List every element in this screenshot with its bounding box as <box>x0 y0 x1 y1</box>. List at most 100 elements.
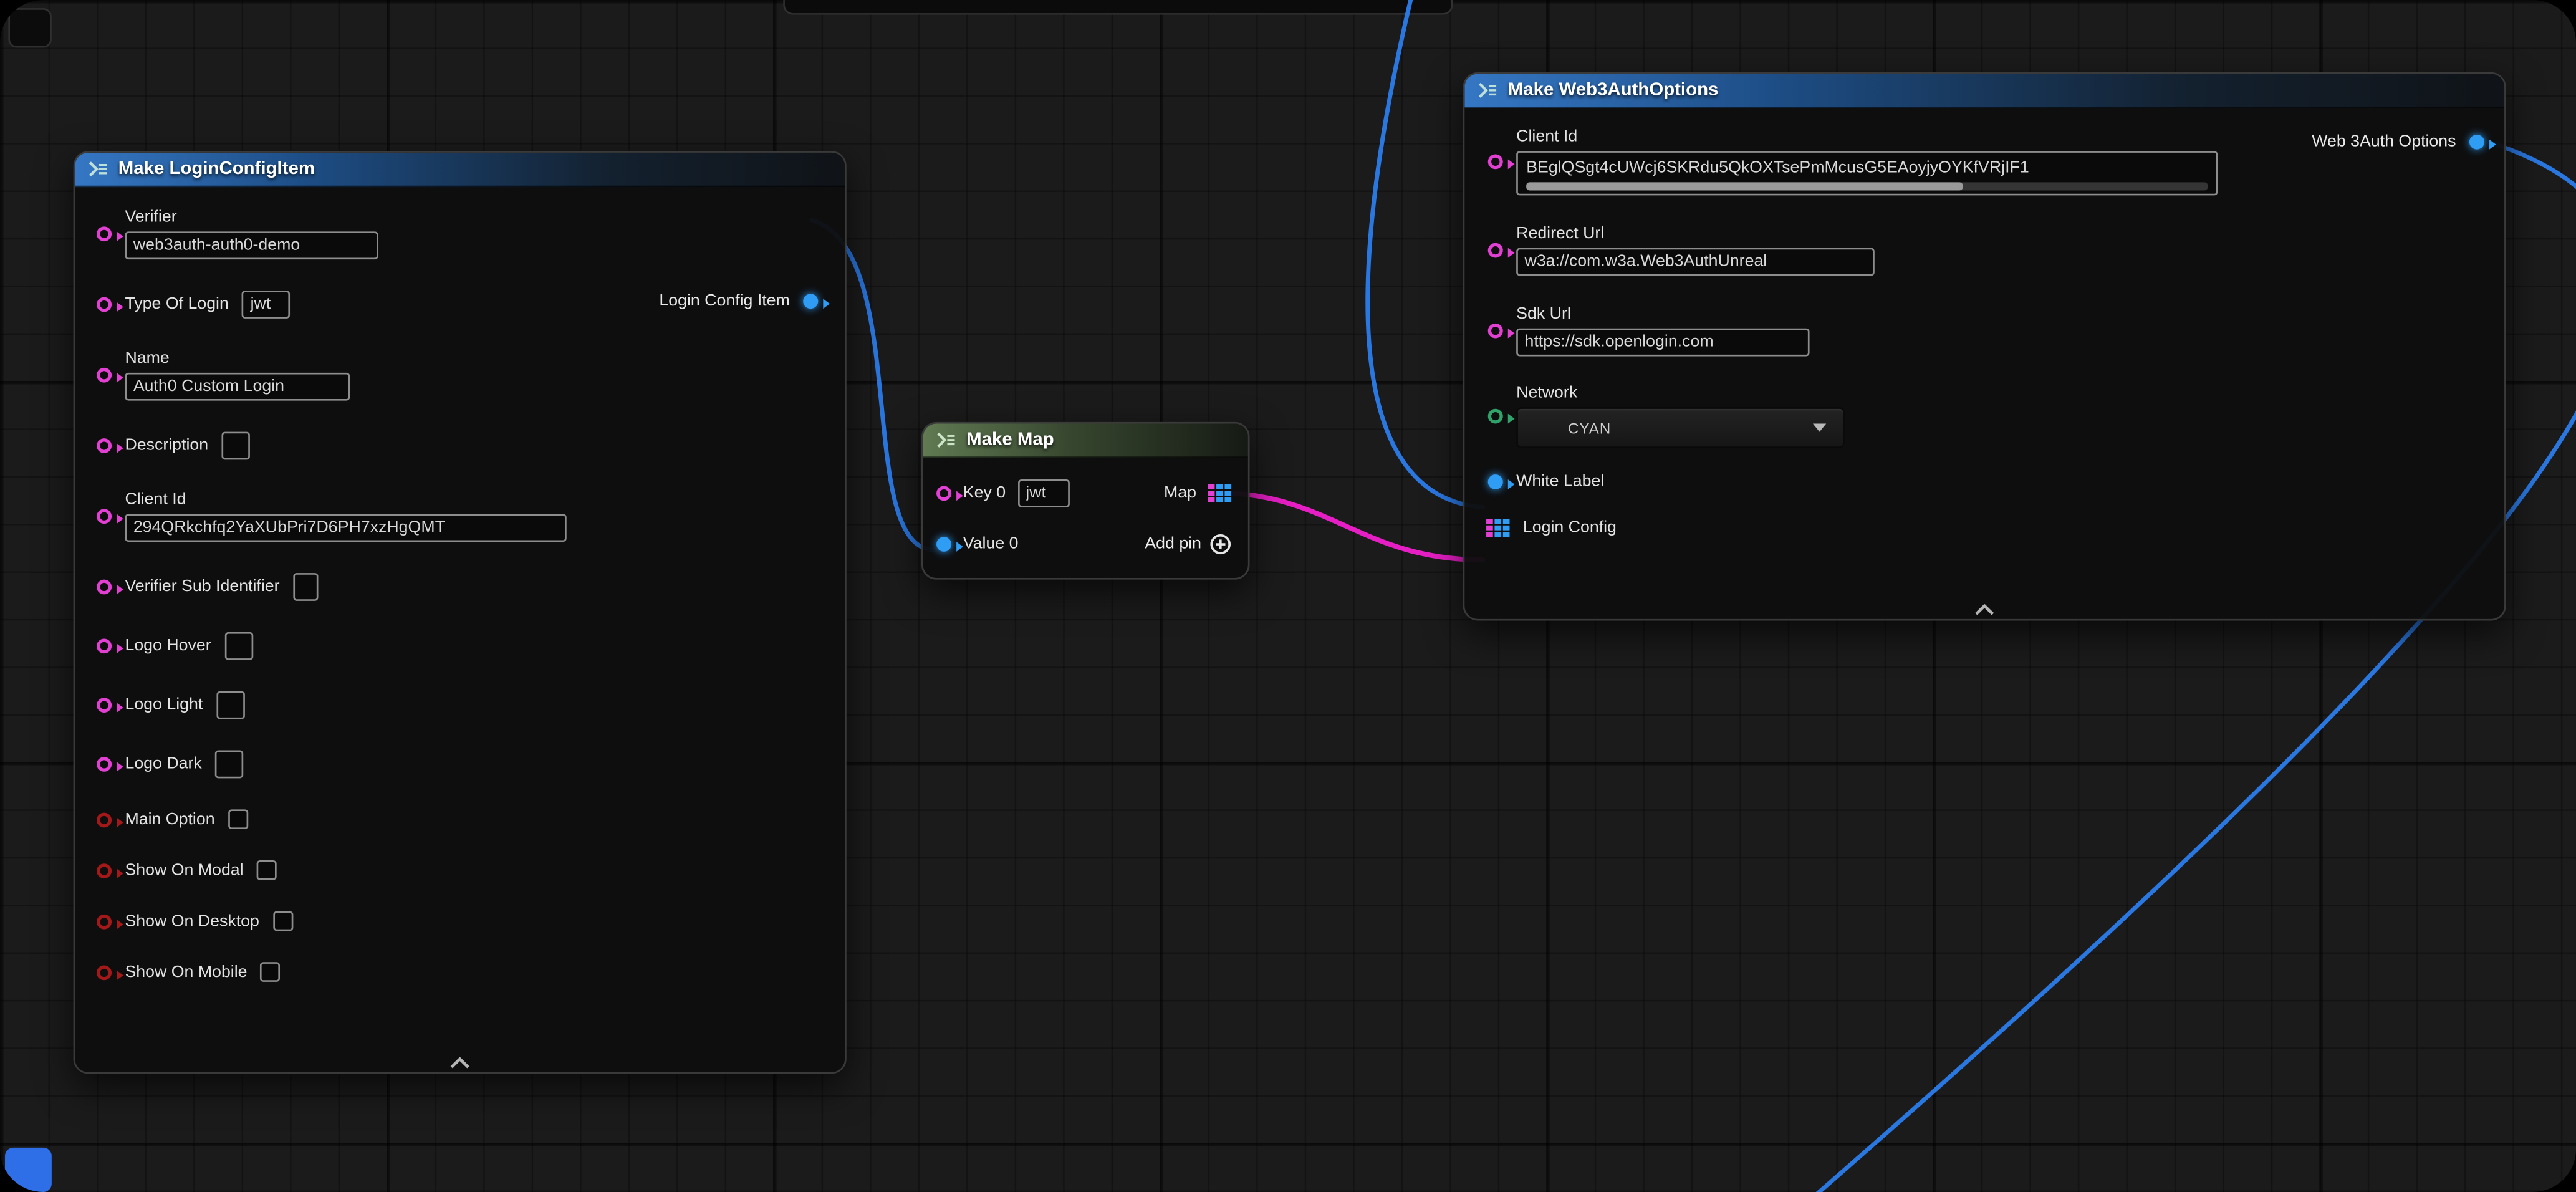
pin-client-id[interactable] <box>1488 155 1503 170</box>
field-main-option: Main Option <box>97 809 845 829</box>
network-selected-value: CYAN <box>1568 420 1813 436</box>
field-label: Logo Light <box>125 696 203 714</box>
pin-value-0[interactable] <box>936 537 951 552</box>
pin-show-on-mobile[interactable] <box>97 964 112 979</box>
pin-name[interactable] <box>97 368 112 383</box>
node-header[interactable]: Make LoginConfigItem <box>75 153 845 187</box>
show-on-desktop-checkbox[interactable] <box>272 911 292 931</box>
field-verifier: Verifier <box>97 208 845 259</box>
field-white-label: White Label <box>1488 473 2504 491</box>
pin-sdk-url[interactable] <box>1488 324 1503 339</box>
field-logo-dark: Logo Dark <box>97 751 845 779</box>
field-label: Description <box>125 437 208 455</box>
field-label: Client Id <box>1516 128 2218 146</box>
field-show-on-mobile: Show On Mobile <box>97 962 845 982</box>
field-label: Name <box>125 350 350 368</box>
type-of-login-input[interactable] <box>242 291 291 319</box>
field-description: Description <box>97 432 845 460</box>
field-label: Network <box>1516 384 1845 402</box>
key-0-input[interactable] <box>1017 479 1069 507</box>
logo-dark-input[interactable] <box>215 751 243 779</box>
pin-redirect-url[interactable] <box>1488 243 1503 258</box>
node-make-loginconfigitem[interactable]: Make LoginConfigItem Login Config Item V… <box>74 151 847 1074</box>
logo-light-input[interactable] <box>216 691 244 719</box>
make-struct-icon <box>1478 80 1498 100</box>
field-label: Show On Modal <box>125 861 243 879</box>
add-pin-button[interactable]: Add pin <box>1145 534 1231 555</box>
client-id-value: BEglQSgt4cUWcj6SKRdu5QkOXTsePmMcusG5EAoy… <box>1526 158 2208 179</box>
pin-white-label[interactable] <box>1488 474 1503 489</box>
description-input[interactable] <box>222 432 250 460</box>
field-label: Show On Mobile <box>125 963 247 981</box>
wire-map-to-login-config[interactable] <box>1221 493 1483 560</box>
output-pin-label: Map <box>1164 484 1196 502</box>
verifier-sub-identifier-input[interactable] <box>293 573 318 601</box>
field-label: White Label <box>1516 473 1604 491</box>
field-label: Main Option <box>125 810 214 829</box>
field-sdk-url: Sdk Url <box>1488 305 2504 357</box>
field-label: Key 0 <box>963 484 1006 502</box>
plus-circle-icon <box>1209 534 1231 555</box>
field-label: Verifier Sub Identifier <box>125 578 279 596</box>
output-pin-map[interactable] <box>1208 484 1231 502</box>
field-show-on-modal: Show On Modal <box>97 860 845 880</box>
network-dropdown[interactable]: CYAN <box>1516 407 1845 448</box>
pin-verifier[interactable] <box>97 226 112 241</box>
field-label: Sdk Url <box>1516 305 1809 324</box>
field-network: Network CYAN <box>1488 384 2504 448</box>
field-client-id: Client Id <box>97 491 845 542</box>
node-header[interactable]: Make Map <box>923 423 1248 458</box>
pin-login-config-map[interactable] <box>1486 519 1509 537</box>
node-make-web3authoptions[interactable]: Make Web3AuthOptions Web 3Auth Options C… <box>1463 72 2506 621</box>
client-id-input[interactable]: BEglQSgt4cUWcj6SKRdu5QkOXTsePmMcusG5EAoy… <box>1516 151 2218 195</box>
main-option-checkbox[interactable] <box>228 809 248 829</box>
pin-key-0[interactable] <box>936 486 951 501</box>
pin-show-on-modal[interactable] <box>97 863 112 878</box>
pin-main-option[interactable] <box>97 812 112 827</box>
field-type-of-login: Type Of Login <box>97 291 845 319</box>
field-logo-light: Logo Light <box>97 691 845 719</box>
field-name: Name <box>97 350 845 401</box>
node-title: Make Map <box>966 430 1054 450</box>
pin-logo-light[interactable] <box>97 698 112 713</box>
name-input[interactable] <box>125 373 350 401</box>
pin-logo-hover[interactable] <box>97 638 112 653</box>
field-redirect-url: Redirect Url <box>1488 225 2504 276</box>
show-on-modal-checkbox[interactable] <box>257 860 277 880</box>
pin-show-on-desktop[interactable] <box>97 914 112 929</box>
graph-canvas[interactable]: Make LoginConfigItem Login Config Item V… <box>0 0 2576 1192</box>
horizontal-scrollbar[interactable] <box>1526 182 2208 190</box>
node-make-map[interactable]: Make Map Key 0 Map Value 0 Add pin <box>921 422 1250 580</box>
pin-description[interactable] <box>97 438 112 453</box>
field-show-on-desktop: Show On Desktop <box>97 911 845 931</box>
redirect-url-input[interactable] <box>1516 248 1875 276</box>
client-id-input[interactable] <box>125 514 566 542</box>
node-header[interactable]: Make Web3AuthOptions <box>1464 74 2504 108</box>
field-label: Value 0 <box>963 536 1019 554</box>
field-label: Login Config <box>1523 519 1617 537</box>
pin-type-of-login[interactable] <box>97 297 112 312</box>
collapse-button[interactable] <box>450 1057 470 1069</box>
field-login-config: Login Config <box>1486 519 2504 537</box>
make-struct-icon <box>89 159 108 179</box>
field-label: Type Of Login <box>125 296 228 314</box>
field-verifier-sub-identifier: Verifier Sub Identifier <box>97 573 845 601</box>
field-label: Verifier <box>125 208 378 226</box>
map-row-key: Key 0 Map <box>923 479 1248 507</box>
scrollbar-thumb[interactable] <box>1526 182 1963 190</box>
pin-network[interactable] <box>1488 409 1503 424</box>
pin-client-id[interactable] <box>97 509 112 524</box>
verifier-input[interactable] <box>125 231 378 259</box>
logo-hover-input[interactable] <box>224 632 252 660</box>
pin-verifier-sub-identifier[interactable] <box>97 580 112 595</box>
pin-logo-dark[interactable] <box>97 757 112 772</box>
field-label: Client Id <box>125 491 566 509</box>
chevron-down-icon <box>1813 423 1826 431</box>
collapse-button[interactable] <box>1974 604 1994 615</box>
field-client-id: Client Id BEglQSgt4cUWcj6SKRdu5QkOXTsePm… <box>1488 128 2504 195</box>
field-logo-hover: Logo Hover <box>97 632 845 660</box>
make-map-icon <box>936 430 956 450</box>
sdk-url-input[interactable] <box>1516 329 1809 357</box>
show-on-mobile-checkbox[interactable] <box>261 962 281 982</box>
node-title: Make LoginConfigItem <box>118 159 315 179</box>
